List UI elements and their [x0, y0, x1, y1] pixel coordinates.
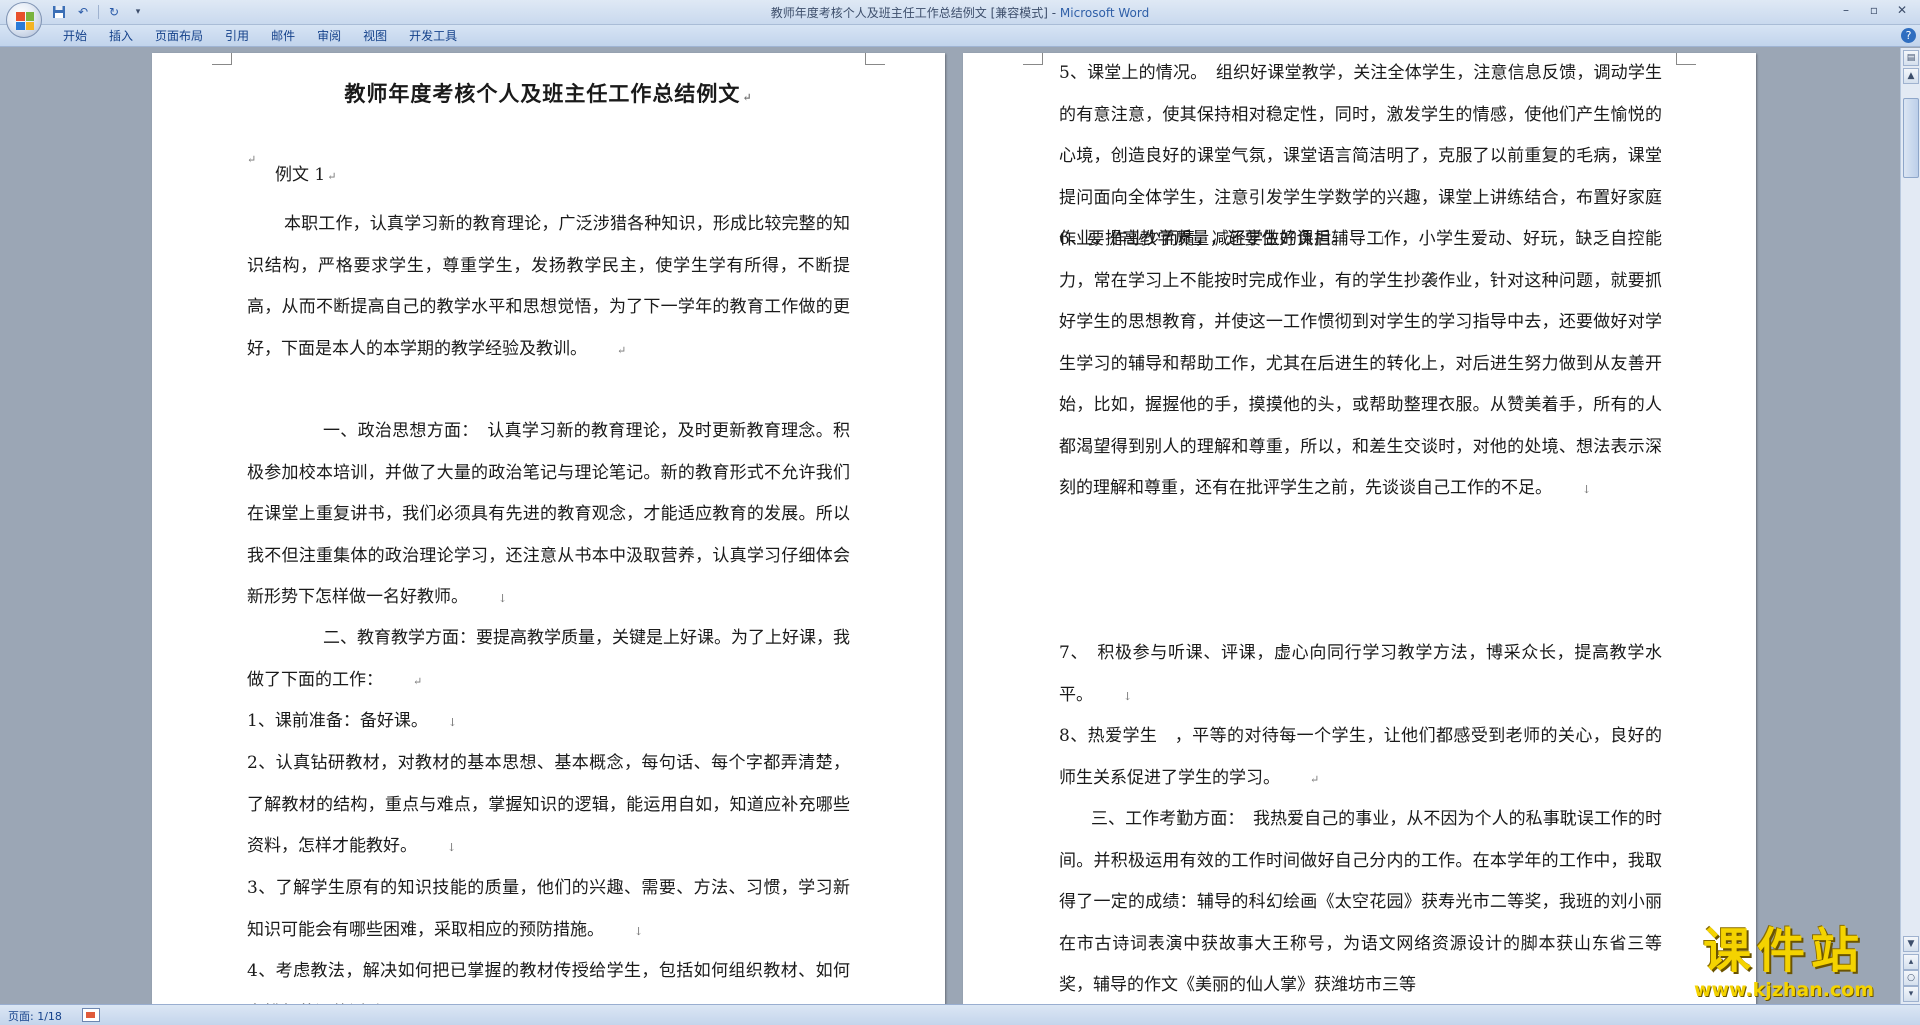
window-title-app: Microsoft Word	[1059, 6, 1150, 20]
maximize-icon[interactable]: ▫	[1860, 0, 1888, 20]
empty-paragraph: ↵	[247, 151, 256, 167]
tab-home[interactable]: 开始	[52, 28, 98, 44]
tab-view[interactable]: 视图	[352, 28, 398, 44]
scrollbar-thumb[interactable]	[1903, 98, 1919, 178]
paragraph-mark: ↓	[498, 592, 508, 605]
select-browse-object-icon[interactable]: ○	[1903, 970, 1919, 986]
crop-mark	[212, 53, 232, 65]
paragraph: 一、政治思想方面： 认真学习新的教育理论，及时更新教育理念。积极参加校本培训，并…	[247, 411, 850, 620]
window-title-doc: 教师年度考核个人及班主任工作总结例文 [兼容模式] -	[770, 6, 1060, 20]
paragraph-text: 二、教育教学方面：要提高教学质量，关键是上好课。为了上好课，我做了下面的工作：	[247, 628, 850, 690]
minimize-icon[interactable]: –	[1832, 0, 1860, 20]
next-page-icon[interactable]: ▾	[1903, 986, 1919, 1002]
paragraph: 2、认真钻研教材，对教材的基本思想、基本概念，每句话、每个字都弄清楚，了解教材的…	[247, 743, 850, 869]
close-icon[interactable]: ✕	[1888, 0, 1916, 20]
paragraph-mark: ↵	[617, 343, 627, 357]
paragraph-mark: ↵	[327, 170, 337, 183]
paragraph-text: 3、了解学生原有的知识技能的质量，他们的兴趣、需要、方法、习惯，学习新知识可能会…	[247, 878, 850, 940]
paragraph-mark: ↵	[247, 153, 257, 166]
status-bar: 页面: 1/18	[0, 1004, 1920, 1025]
document-page-1[interactable]: 教师年度考核个人及班主任工作总结例文 ↵ ↵ 例文 1 ↵ 本职工作，认真学习新的教…	[152, 53, 945, 1004]
paragraph: 二、教育教学方面：要提高教学质量，关键是上好课。为了上好课，我做了下面的工作： ↵	[247, 618, 850, 702]
tab-insert[interactable]: 插入	[98, 28, 144, 44]
paragraph-text: 本职工作，认真学习新的教育理论，广泛涉猎各种知识，形成比较完整的知识结构，严格要…	[247, 214, 850, 359]
paragraph-text: 6、要提高教学质量，还要做好课后辅导工作，小学生爱动、好玩，缺乏自控能力，常在学…	[1059, 229, 1662, 498]
paragraph-text: 2、认真钻研教材，对教材的基本思想、基本概念，每句话、每个字都弄清楚，了解教材的…	[247, 753, 850, 856]
paragraph-mark: ↓	[447, 716, 458, 729]
document-title-text: 教师年度考核个人及班主任工作总结例文	[344, 81, 741, 106]
paragraph: 3、了解学生原有的知识技能的质量，他们的兴趣、需要、方法、习惯，学习新知识可能会…	[247, 868, 850, 952]
scroll-up-icon[interactable]: ▲	[1903, 68, 1919, 84]
paragraph-mark: ↓	[1582, 483, 1592, 496]
paragraph-text: 1、课前准备：备好课。	[247, 711, 428, 731]
paragraph: 本职工作，认真学习新的教育理论，广泛涉猎各种知识，形成比较完整的知识结构，严格要…	[247, 204, 850, 371]
paragraph: 8、热爱学生 ，平等的对待每一个学生，让他们都感受到老师的关心，良好的师生关系促…	[1059, 716, 1662, 800]
paragraph: 例文 1 ↵	[275, 155, 575, 198]
window-controls: – ▫ ✕	[1832, 0, 1916, 20]
crop-mark	[1023, 53, 1043, 65]
ruler-toggle-icon[interactable]: ▤	[1903, 50, 1919, 66]
window-title: 教师年度考核个人及班主任工作总结例文 [兼容模式] - Microsoft Wo…	[0, 4, 1920, 21]
scroll-down-icon[interactable]: ▼	[1903, 936, 1919, 952]
paragraph: 三、工作考勤方面： 我热爱自己的事业，从不因为个人的私事耽误工作的时间。并积极运…	[1059, 799, 1662, 1004]
document-workspace: 教师年度考核个人及班主任工作总结例文 ↵ ↵ 例文 1 ↵ 本职工作，认真学习新的教…	[0, 48, 1900, 1004]
office-button[interactable]	[6, 2, 42, 38]
help-icon[interactable]: ?	[1901, 28, 1916, 43]
paragraph-mark: ↓	[634, 924, 644, 938]
ribbon-tabs: 开始 插入 页面布局 引用 邮件 审阅 视图 开发工具	[52, 28, 468, 44]
paragraph: 7、 积极参与听课、评课，虚心向同行学习教学方法，博采众长，提高教学水平。 ↓	[1059, 633, 1662, 717]
title-bar: ↶ ↻ ▾ 教师年度考核个人及班主任工作总结例文 [兼容模式] - Micros…	[0, 0, 1920, 38]
ribbon-tab-bar: 开始 插入 页面布局 引用 邮件 审阅 视图 开发工具 ?	[0, 25, 1920, 47]
previous-page-icon[interactable]: ▴	[1903, 954, 1919, 970]
paragraph-mark: ↵	[413, 674, 423, 688]
paragraph-text: 三、工作考勤方面： 我热爱自己的事业，从不因为个人的私事耽误工作的时间。并积极运…	[1059, 809, 1662, 995]
watermark-text: 课件站	[1702, 923, 1865, 979]
crop-mark	[865, 53, 885, 65]
paragraph-text: 8、热爱学生 ，平等的对待每一个学生，让他们都感受到老师的关心，良好的师生关系促…	[1059, 726, 1662, 788]
paragraph-text: 例文 1	[275, 165, 326, 185]
document-title: 教师年度考核个人及班主任工作总结例文 ↵	[152, 78, 945, 108]
document-page-2[interactable]: 5、课堂上的情况。 组织好课堂教学，关注全体学生，注意信息反馈，调动学生的有意注…	[963, 53, 1756, 1004]
paragraph: 1、课前准备：备好课。 ↓	[247, 701, 850, 744]
watermark-url: www.kjzhan.com	[1693, 979, 1875, 1001]
tab-developer[interactable]: 开发工具	[398, 28, 468, 44]
paragraph-text: 7、 积极参与听课、评课，虚心向同行学习教学方法，博采众长，提高教学水平。	[1059, 643, 1662, 705]
paragraph-mark: ↓	[447, 841, 457, 854]
office-logo-icon	[16, 12, 34, 30]
paragraph: 6、要提高教学质量，还要做好课后辅导工作，小学生爱动、好玩，缺乏自控能力，常在学…	[1059, 219, 1662, 511]
paragraph-mark: ↵	[1310, 772, 1320, 786]
paragraph-text: 4、考虑教法，解决如何把已掌握的教材传授给学生，包括如何组织教材、如何安排每节课…	[247, 961, 850, 1004]
vertical-scrollbar[interactable]: ▤ ▲ ▼ ▴ ○ ▾	[1900, 48, 1920, 1004]
paragraph-text: 一、政治思想方面： 认真学习新的教育理论，及时更新教育理念。积极参加校本培训，并…	[247, 421, 850, 607]
paragraph-mark: ↓	[1123, 689, 1133, 703]
paragraph-mark: ↵	[742, 91, 753, 104]
watermark-logo: 课件站 www.kjzhan.com	[1668, 922, 1900, 1000]
paragraph: 4、考虑教法，解决如何把已掌握的教材传授给学生，包括如何组织教材、如何安排每节课…	[247, 951, 850, 1004]
page-count[interactable]: 页面: 1/18	[8, 1008, 62, 1024]
crop-mark	[1676, 53, 1696, 65]
tab-review[interactable]: 审阅	[306, 28, 352, 44]
tab-references[interactable]: 引用	[214, 28, 260, 44]
proofing-status-icon[interactable]	[82, 1008, 100, 1022]
tab-mailings[interactable]: 邮件	[260, 28, 306, 44]
tab-page-layout[interactable]: 页面布局	[144, 28, 214, 44]
